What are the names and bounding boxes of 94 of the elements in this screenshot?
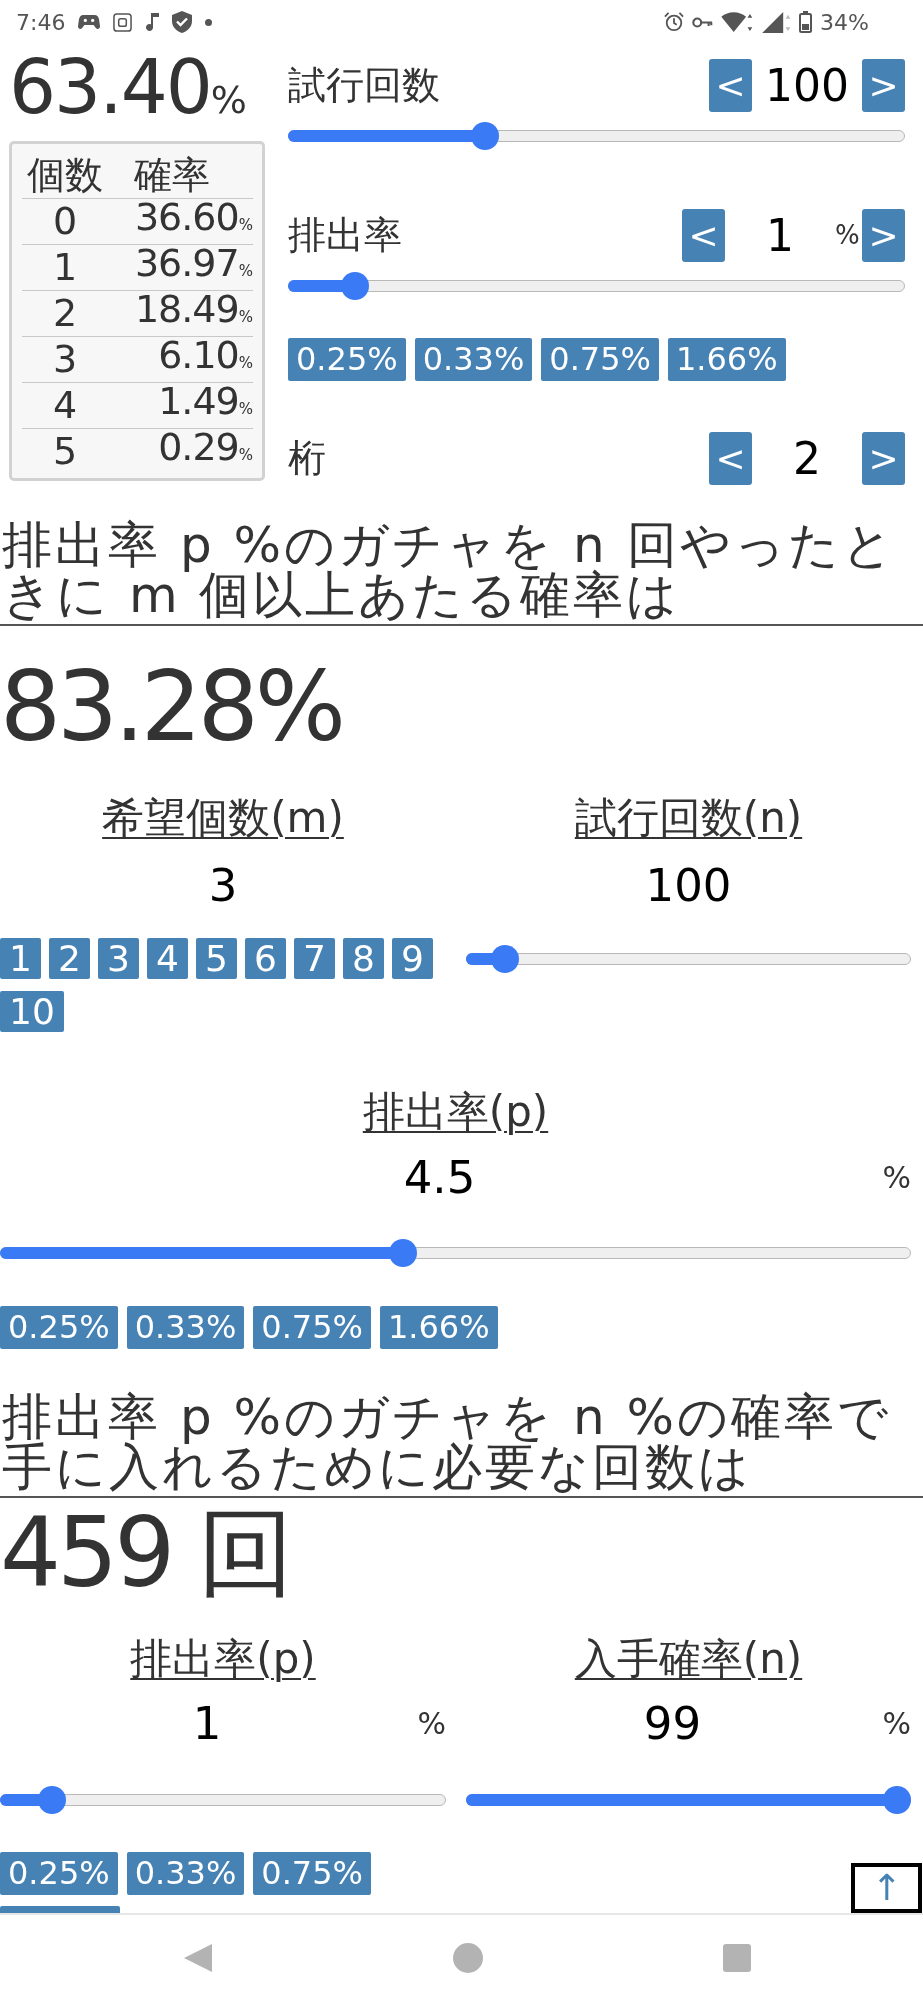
shield-check-icon (172, 11, 193, 33)
clock-time: 7:46 (16, 9, 66, 35)
slider-track[interactable] (466, 945, 911, 973)
cell-signal-icon (762, 11, 792, 33)
gamepad-icon (78, 14, 101, 30)
increment-button[interactable]: > (862, 432, 905, 485)
number-button[interactable]: 4 (147, 938, 188, 979)
number-button[interactable]: 6 (245, 938, 286, 979)
column-header: 個数 (26, 152, 104, 198)
increment-button[interactable]: > (862, 209, 905, 262)
preset-button[interactable]: 0.75% (253, 1306, 371, 1349)
battery-percent: 34% (820, 9, 869, 35)
section-heading: 排出率 p %のガチャを n 回やったときに m 個以上あたる確率は (0, 520, 923, 626)
field-value: 99 (642, 1699, 703, 1749)
number-button[interactable]: 9 (392, 938, 433, 979)
home-icon[interactable] (452, 1942, 483, 1973)
dot-icon (205, 18, 213, 26)
number-button[interactable]: 7 (294, 938, 335, 979)
slider-thumb[interactable] (388, 1239, 417, 1267)
slider-thumb[interactable] (341, 272, 369, 300)
number-button[interactable]: 10 (0, 991, 64, 1032)
stepper-value: 2 (792, 432, 822, 485)
slider-track[interactable] (288, 272, 905, 300)
unit-label: % (881, 1705, 911, 1743)
slider-thumb[interactable] (491, 945, 519, 973)
slider-thumb[interactable] (470, 122, 499, 150)
column-header: 確率 (132, 152, 211, 198)
field-label: 排出率(p) (130, 1634, 316, 1683)
table-cell-text: 2 (51, 291, 79, 336)
preset-button[interactable]: 0.75% (541, 338, 659, 381)
decrement-button[interactable]: < (709, 432, 752, 485)
preset-button[interactable]: 1.66% (667, 338, 786, 381)
preset-button[interactable]: 0.33% (414, 338, 533, 381)
key-icon (692, 15, 714, 29)
control-label: 試行回数 (288, 62, 440, 109)
field-label: 試行回数(n) (574, 793, 803, 842)
section-heading: 排出率 p %のガチャを n %の確率で手に入れるために必要な回数は (0, 1392, 923, 1498)
field-value: 3 (207, 861, 239, 911)
scroll-to-top-button[interactable]: ↑ (851, 1863, 922, 1913)
stepper-value: 100 (764, 59, 850, 112)
result-value: 83.28% (0, 657, 344, 757)
table-cell-text: 36.97% (133, 241, 253, 287)
square-app-icon (113, 12, 133, 32)
total-probability: 63.40% (9, 44, 248, 132)
slider-track[interactable] (0, 1239, 911, 1267)
field-value: 100 (644, 861, 733, 911)
preset-button[interactable]: 0.33% (126, 1306, 245, 1349)
control-label: 排出率 (288, 212, 402, 259)
preset-button[interactable]: 0.25% (0, 1306, 118, 1349)
slider-track[interactable] (0, 1786, 446, 1814)
unit-label: % (416, 1705, 446, 1743)
number-button[interactable]: 8 (343, 938, 384, 979)
preset-button[interactable]: 0.33% (126, 1852, 245, 1895)
field-label: 入手確率(n) (574, 1634, 803, 1683)
table-cell-text: 4 (51, 383, 79, 428)
field-value: 4.5 (402, 1153, 477, 1203)
number-button[interactable]: 3 (98, 938, 139, 979)
table-cell-text: 36.60% (133, 195, 253, 241)
number-button[interactable]: 1 (0, 938, 41, 979)
control-label: 桁 (288, 435, 326, 482)
table-cell-text: 18.49% (133, 287, 253, 333)
music-note-icon (145, 13, 160, 31)
preset-button[interactable]: 0.75% (253, 1852, 371, 1895)
alarm-clock-icon (664, 12, 685, 32)
result-value: 459 回 (0, 1503, 291, 1603)
slider-track[interactable] (466, 1786, 911, 1814)
unit-label: % (881, 1159, 911, 1197)
field-value: 1 (191, 1699, 223, 1749)
table-cell-text: 0 (51, 199, 79, 244)
field-label: 排出率(p) (362, 1087, 549, 1136)
table-cell-text: 6.10% (157, 333, 253, 379)
table-cell-text: 5 (51, 429, 79, 474)
preset-button[interactable]: 0.25% (288, 338, 406, 381)
table-cell-text: 1 (51, 245, 79, 290)
slider-thumb[interactable] (37, 1786, 66, 1814)
decrement-button[interactable]: < (709, 59, 752, 112)
back-icon[interactable] (182, 1942, 213, 1973)
wifi-icon (721, 11, 755, 33)
number-button[interactable]: 5 (196, 938, 237, 979)
decrement-button[interactable]: < (682, 209, 725, 262)
table-cell-text: 0.29% (157, 425, 253, 471)
slider-track[interactable] (288, 122, 905, 150)
recents-icon[interactable] (722, 1943, 751, 1972)
increment-button[interactable]: > (862, 59, 905, 112)
field-label: 希望個数(m) (102, 793, 344, 842)
number-button[interactable]: 2 (49, 938, 90, 979)
table-cell-text: 1.49% (157, 379, 253, 425)
preset-button[interactable]: 1.66% (379, 1306, 498, 1349)
slider-thumb[interactable] (883, 1786, 911, 1814)
table-cell-text: 3 (51, 337, 79, 382)
battery-icon (799, 11, 813, 33)
preset-button[interactable]: 0.25% (0, 1852, 118, 1895)
unit-label: % (835, 219, 861, 252)
stepper-value: 1 (765, 209, 795, 262)
